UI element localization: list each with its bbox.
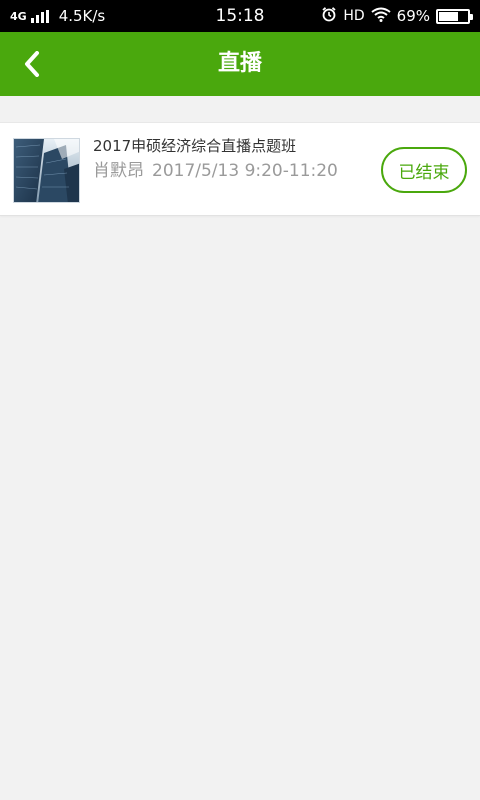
course-meta: 肖默昂 2017/5/13 9:20-11:20 — [93, 156, 338, 181]
status-bar: 4G 4.5K/s 15:18 HD 69% — [0, 0, 480, 32]
course-title: 2017申硕经济综合直播点题班 — [93, 137, 297, 155]
status-ended-button[interactable]: 已结束 — [381, 147, 467, 193]
page-title: 直播 — [217, 51, 262, 76]
battery-percent: 69% — [396, 7, 430, 25]
nav-bar: 直播 — [0, 32, 480, 96]
chevron-left-icon — [25, 51, 39, 77]
teacher-name: 肖默昂 — [93, 161, 144, 181]
battery-icon — [436, 8, 473, 24]
status-right: HD 69% — [315, 0, 473, 32]
hd-indicator: HD — [343, 8, 365, 24]
wifi-icon — [371, 7, 391, 26]
back-button[interactable] — [10, 40, 54, 88]
list-item[interactable]: 2017申硕经济综合直播点题班 肖默昂 2017/5/13 9:20-11:20 … — [0, 122, 480, 216]
alarm-icon — [321, 6, 337, 26]
course-datetime: 2017/5/13 9:20-11:20 — [152, 161, 338, 181]
course-thumbnail — [13, 138, 80, 203]
